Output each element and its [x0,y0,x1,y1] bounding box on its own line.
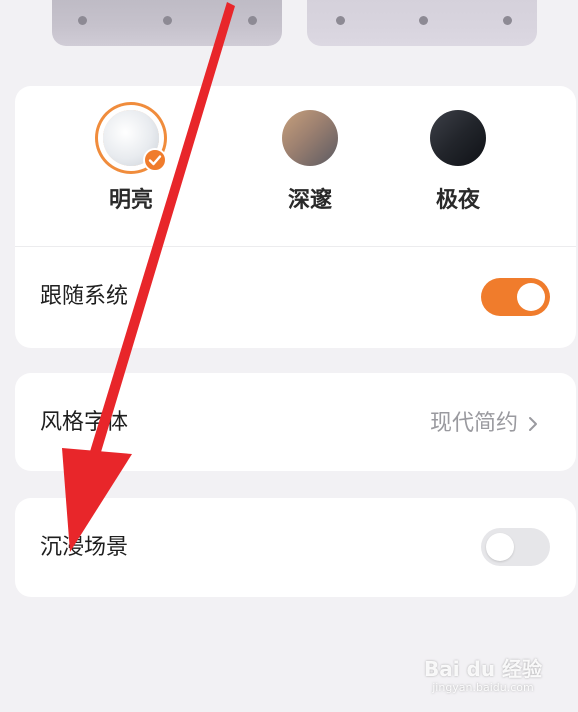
divider [15,246,576,247]
preview-dot [78,16,87,25]
theme-thumbnail-bright [103,110,167,172]
wallpaper-preview-left[interactable] [52,0,282,46]
style-font-value: 现代简约 [429,411,518,436]
style-font-row[interactable]: 风格字体 现代简约 [15,373,576,471]
watermark-main: Bai du 经验 [423,657,543,681]
preview-dot [336,16,345,25]
preview-dot [248,16,257,25]
theme-option-bright[interactable]: 明亮 [81,110,181,214]
theme-thumbnail-deep [282,110,338,166]
chevron-right-icon [526,415,540,433]
follow-system-toggle[interactable] [481,278,550,316]
theme-card: 明亮 深邃 极夜 跟随系统 [15,86,576,348]
style-font-label: 风格字体 [40,410,129,435]
theme-label-deep: 深邃 [287,188,332,213]
wallpaper-preview-right[interactable] [307,0,537,46]
theme-label-bright: 明亮 [108,188,153,213]
theme-label-night: 极夜 [435,188,480,213]
toggle-knob [486,533,514,561]
checkmark-icon [143,148,167,172]
baidu-watermark: Bai du 经验 jingyan.baidu.com [418,657,548,694]
theme-option-night[interactable]: 极夜 [408,110,508,214]
theme-option-deep[interactable]: 深邃 [260,110,360,214]
preview-dot [503,16,512,25]
preview-dot [419,16,428,25]
follow-system-label: 跟随系统 [40,284,129,309]
immersive-scene-label: 沉浸场景 [40,535,129,560]
preview-dot [163,16,172,25]
watermark-sub: jingyan.baidu.com [432,681,534,694]
immersive-scene-card: 沉浸场景 [15,498,576,597]
theme-thumbnail-night [430,110,486,166]
immersive-scene-toggle[interactable] [481,528,550,566]
toggle-knob [517,283,545,311]
